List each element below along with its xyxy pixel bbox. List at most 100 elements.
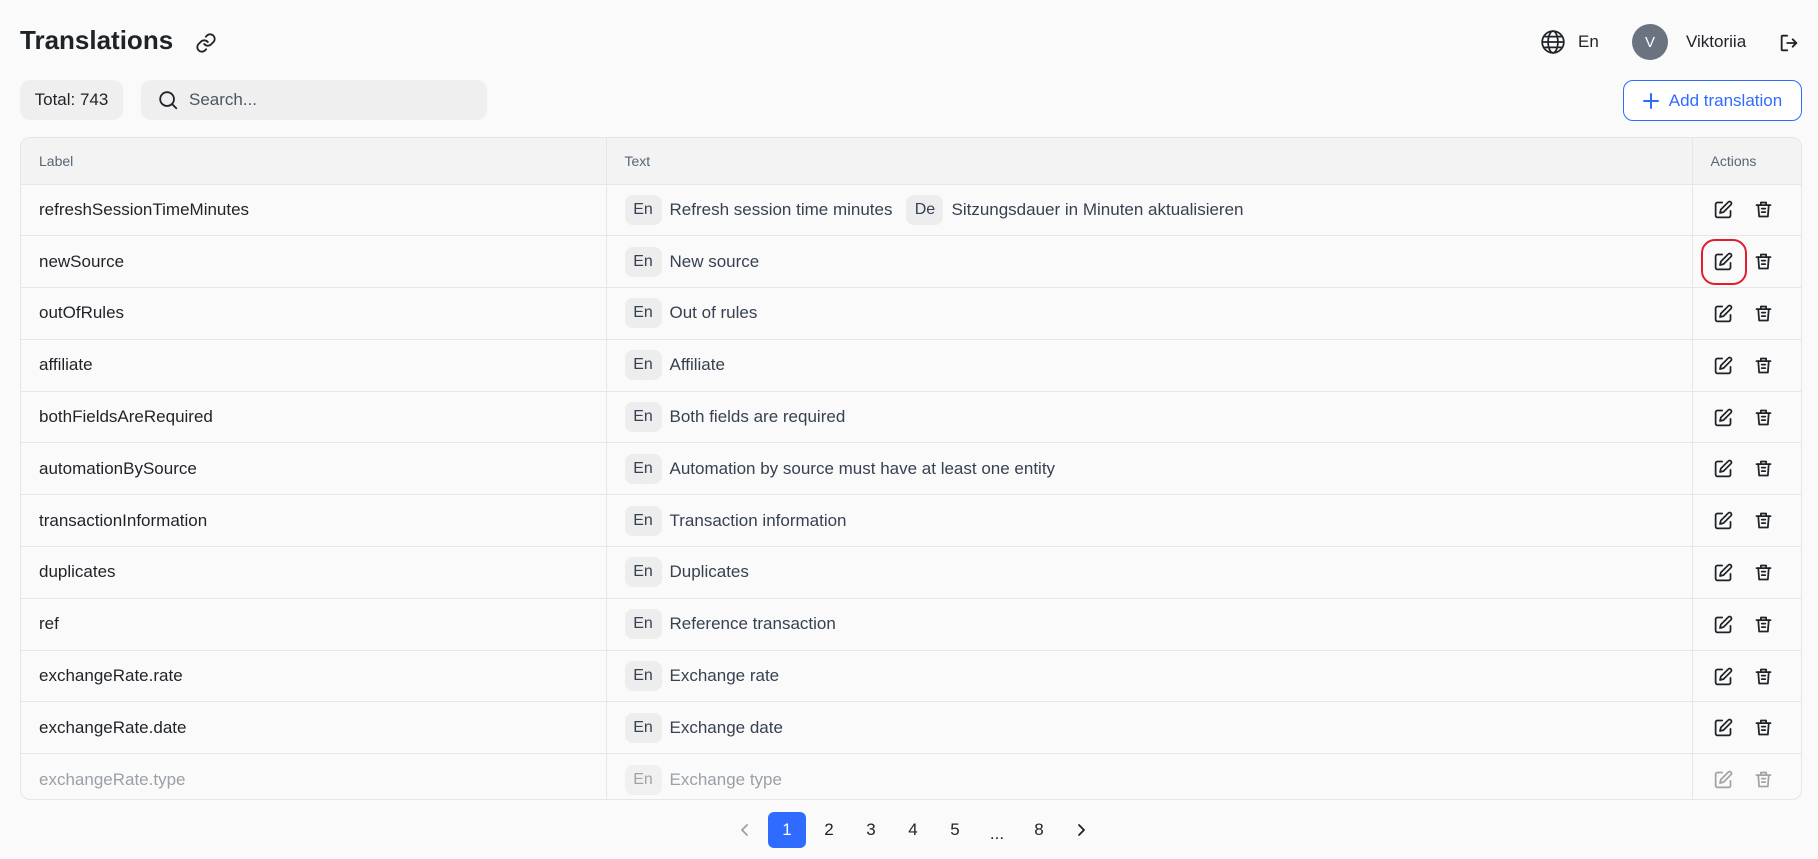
table-row: transactionInformation En Transaction info… — [21, 494, 1801, 548]
row-texts-cell: En Affiliate — [606, 339, 1693, 392]
edit-icon[interactable] — [1711, 663, 1737, 689]
edit-icon[interactable] — [1711, 767, 1737, 793]
add-translation-label: Add translation — [1668, 90, 1783, 110]
table-row: exchangeRate.type En Exchange type — [21, 753, 1801, 799]
trash-icon[interactable] — [1751, 404, 1777, 430]
column-header-actions: Actions — [1692, 138, 1801, 185]
edit-icon[interactable] — [1711, 508, 1737, 534]
language-tag: En — [624, 557, 662, 588]
edit-icon[interactable] — [1711, 559, 1737, 585]
translation-text: Exchange rate — [669, 666, 780, 686]
row-actions-cell — [1692, 546, 1801, 599]
language-tag: En — [624, 402, 662, 433]
row-actions-cell — [1692, 391, 1801, 444]
translation-text: Duplicates — [669, 562, 749, 582]
search-icon — [159, 91, 178, 110]
trash-icon[interactable] — [1751, 456, 1777, 482]
table-row: duplicates En Duplicates — [21, 546, 1801, 599]
page-button-3[interactable]: 3 — [852, 812, 890, 848]
user-menu[interactable]: V Viktoriia — [1632, 24, 1746, 60]
row-actions-cell — [1692, 753, 1801, 799]
edit-icon[interactable] — [1700, 238, 1747, 285]
logout-icon[interactable] — [1776, 30, 1802, 56]
search-input[interactable] — [189, 90, 469, 110]
page-button-5[interactable]: 5 — [936, 812, 974, 848]
translations-table: Label Text Actions refreshSessionTimeMin… — [20, 137, 1802, 800]
row-label: outOfRules — [21, 287, 607, 340]
add-translation-button[interactable]: Add translation — [1623, 80, 1802, 121]
globe-icon — [1541, 30, 1565, 54]
total-badge: Total: 743 — [20, 80, 123, 120]
row-actions-cell — [1692, 235, 1801, 289]
row-texts-cell: En Exchange date — [606, 701, 1693, 755]
row-texts-cell: En Exchange type — [606, 753, 1693, 799]
pagination: 1 2 3 4 5... 8 — [0, 800, 1818, 859]
prev-page-button[interactable] — [726, 812, 764, 848]
row-label: bothFieldsAreRequired — [21, 391, 607, 444]
user-name: Viktoriia — [1686, 32, 1747, 51]
trash-icon[interactable] — [1751, 300, 1777, 326]
row-label: exchangeRate.date — [21, 701, 607, 755]
row-label: affiliate — [21, 339, 607, 392]
trash-icon[interactable] — [1751, 663, 1777, 689]
row-label: exchangeRate.type — [21, 753, 607, 799]
language-switcher[interactable]: En — [1540, 28, 1599, 56]
row-label: newSource — [21, 235, 607, 289]
table-row: ref En Reference transaction — [21, 598, 1801, 651]
page-button-8[interactable]: 8 — [1020, 812, 1058, 848]
language-tag: En — [624, 661, 662, 692]
row-actions-cell — [1692, 287, 1801, 340]
trash-icon[interactable] — [1751, 249, 1777, 275]
edit-icon[interactable] — [1711, 715, 1737, 741]
trash-icon[interactable] — [1751, 715, 1777, 741]
trash-icon[interactable] — [1751, 352, 1777, 378]
trash-icon[interactable] — [1751, 767, 1777, 793]
trash-icon[interactable] — [1751, 611, 1777, 637]
language-tag: En — [624, 453, 662, 484]
column-header-text: Text — [606, 138, 1693, 185]
table-row: refreshSessionTimeMinutes En Refresh sessi… — [21, 184, 1801, 237]
row-texts-cell: En Both fields are required — [606, 391, 1693, 444]
trash-icon[interactable] — [1751, 197, 1777, 223]
translation-text: Refresh session time minutes — [669, 199, 893, 219]
row-texts-cell: En Out of rules — [606, 287, 1693, 340]
page-title: Translations — [20, 25, 174, 55]
page-button-2[interactable]: 2 — [810, 812, 848, 848]
language-label: En — [1578, 32, 1599, 51]
edit-icon[interactable] — [1711, 197, 1737, 223]
chevron-left-icon — [741, 824, 748, 836]
language-tag: De — [906, 194, 944, 225]
edit-icon[interactable] — [1711, 611, 1737, 637]
search-box[interactable] — [141, 80, 487, 120]
language-tag: En — [624, 194, 662, 225]
pagination-ellipsis: ... — [989, 824, 1005, 843]
translation-text: Both fields are required — [669, 407, 846, 427]
link-icon[interactable] — [193, 30, 219, 56]
row-actions-cell — [1692, 184, 1801, 237]
page-button-4[interactable]: 4 — [894, 812, 932, 848]
row-texts-cell: En Automation by source must have at leas… — [606, 442, 1693, 496]
page-button-1[interactable]: 1 — [768, 812, 806, 848]
edit-icon[interactable] — [1711, 404, 1737, 430]
table-row: exchangeRate.rate En Exchange rate — [21, 650, 1801, 703]
table-row: outOfRules En Out of rules — [21, 287, 1801, 340]
translation-text: Transaction information — [669, 510, 847, 530]
language-tag: En — [624, 350, 662, 381]
row-actions-cell — [1692, 598, 1801, 651]
table-row: automationBySource En Automation by source… — [21, 442, 1801, 496]
edit-icon[interactable] — [1711, 352, 1737, 378]
translation-text: Out of rules — [669, 303, 758, 323]
edit-icon[interactable] — [1711, 456, 1737, 482]
chevron-right-icon — [1078, 824, 1085, 836]
trash-icon[interactable] — [1751, 508, 1777, 534]
row-texts-cell: En Exchange rate — [606, 650, 1693, 703]
row-label: exchangeRate.rate — [21, 650, 607, 703]
edit-icon[interactable] — [1711, 300, 1737, 326]
translation-text: Automation by source must have at least … — [669, 458, 1056, 478]
table-row: newSource En New source — [21, 235, 1801, 289]
table-header-row: Label Text Actions — [21, 138, 1801, 185]
language-tag: En — [624, 609, 662, 640]
trash-icon[interactable] — [1751, 559, 1777, 585]
row-actions-cell — [1692, 442, 1801, 496]
next-page-button[interactable] — [1062, 812, 1100, 848]
